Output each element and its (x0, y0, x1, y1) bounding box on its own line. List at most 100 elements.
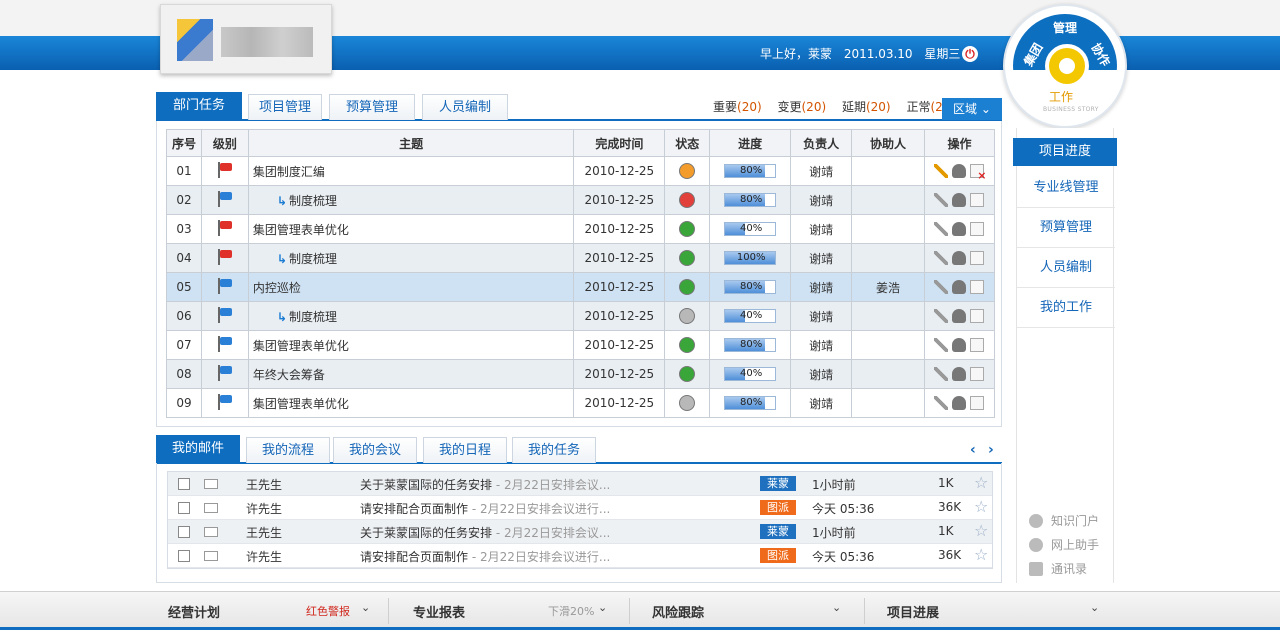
tab-department-tasks[interactable]: 部门任务 (156, 92, 242, 120)
delete-document-icon[interactable] (970, 164, 986, 182)
table-row[interactable]: 06 ↳ 制度梳理 2010-12-25 40% 谢靖 (166, 301, 996, 331)
table-row[interactable]: 01 集团制度汇编 2010-12-25 80% 谢靖 (166, 156, 996, 186)
user-icon[interactable] (952, 222, 967, 237)
edit-icon[interactable] (934, 164, 949, 179)
edit-icon[interactable] (934, 280, 949, 295)
power-icon[interactable]: ⏻ (962, 46, 978, 62)
tab-my-schedule[interactable]: 我的日程 (423, 437, 507, 463)
tab-project-management[interactable]: 项目管理 (248, 94, 322, 120)
task-subject[interactable]: 年终大会筹备 (253, 368, 325, 382)
table-row[interactable]: 07 集团管理表单优化 2010-12-25 80% 谢靖 (166, 330, 996, 360)
bottom-item-business-plan[interactable]: 经营计划 (168, 602, 220, 621)
star-icon[interactable]: ☆ (974, 497, 988, 516)
star-icon[interactable]: ☆ (974, 473, 988, 492)
table-row[interactable]: 08 年终大会筹备 2010-12-25 40% 谢靖 (166, 359, 996, 389)
sidebar-link-knowledge[interactable]: 知识门户 (1029, 512, 1099, 529)
task-subject[interactable]: 内控巡检 (253, 281, 301, 295)
document-icon[interactable] (970, 280, 985, 295)
sidebar-link-assistant[interactable]: 网上助手 (1029, 536, 1099, 553)
table-row[interactable]: 02 ↳ 制度梳理 2010-12-25 80% 谢靖 (166, 185, 996, 215)
document-icon[interactable] (970, 251, 985, 266)
bottom-item-reports[interactable]: 专业报表 (413, 602, 465, 621)
document-icon[interactable] (970, 193, 985, 208)
document-icon[interactable] (970, 338, 985, 353)
user-icon[interactable] (952, 251, 967, 266)
tab-my-workflow[interactable]: 我的流程 (246, 437, 330, 463)
task-subject[interactable]: 制度梳理 (289, 252, 337, 266)
sidebar-item-my-work[interactable]: 我的工作 (1017, 288, 1115, 328)
user-icon[interactable] (952, 193, 967, 208)
sidebar-item-staffing[interactable]: 人员编制 (1017, 248, 1115, 288)
user-icon[interactable] (952, 164, 967, 179)
mail-checkbox[interactable] (178, 550, 190, 562)
chevron-down-icon[interactable]: ⌄ (598, 601, 607, 614)
task-subject[interactable]: 集团管理表单优化 (253, 223, 349, 237)
document-icon[interactable] (970, 396, 985, 411)
task-subject[interactable]: 集团管理表单优化 (253, 339, 349, 353)
tab-my-meetings[interactable]: 我的会议 (333, 437, 417, 463)
chevron-down-icon[interactable]: ⌄ (361, 601, 370, 614)
tab-budget-management[interactable]: 预算管理 (329, 94, 415, 120)
edit-icon[interactable] (934, 222, 949, 237)
badge-center-label: 工作 (1049, 90, 1074, 104)
star-icon[interactable]: ☆ (974, 545, 988, 564)
prev-arrow-icon[interactable]: ‹ (970, 442, 976, 458)
task-subject[interactable]: 制度梳理 (289, 194, 337, 208)
table-row[interactable]: 03 集团管理表单优化 2010-12-25 40% 谢靖 (166, 214, 996, 244)
task-subject[interactable]: 制度梳理 (289, 310, 337, 324)
mail-row[interactable]: 王先生 关于莱蒙国际的任务安排 - 2月22日安排会议... 莱蒙 1小时前 1K ☆ (168, 472, 992, 496)
document-icon[interactable] (970, 222, 985, 237)
table-row[interactable]: 05 内控巡检 2010-12-25 80% 谢靖 姜浩 (166, 272, 996, 302)
bottom-bar: 经营计划 红色警报 ⌄ 专业报表 下滑20% ⌄ 风险跟踪 ⌄ 项目进展 ⌄ (0, 591, 1280, 630)
tab-staffing[interactable]: 人员编制 (422, 94, 508, 120)
chevron-down-icon[interactable]: ⌄ (1090, 601, 1099, 614)
legend-important[interactable]: 重要(20) (713, 100, 762, 114)
user-icon[interactable] (952, 367, 967, 382)
tab-my-mail[interactable]: 我的邮件 (156, 435, 240, 463)
legend-delayed[interactable]: 延期(20) (842, 100, 891, 114)
work-badge[interactable]: 管理 集团 协作 工作 BUSINESS STORY (1003, 4, 1127, 128)
bottom-item-risk-tracking[interactable]: 风险跟踪 (652, 602, 704, 621)
document-icon[interactable] (970, 309, 985, 324)
blue-flag-icon (216, 190, 234, 207)
bottom-item-project-progress[interactable]: 项目进展 (887, 602, 939, 621)
document-icon[interactable] (970, 367, 985, 382)
tab-my-tasks[interactable]: 我的任务 (512, 437, 596, 463)
edit-icon[interactable] (934, 309, 949, 324)
sidebar-item-active[interactable]: 项目进度 (1013, 138, 1117, 166)
edit-icon[interactable] (934, 396, 949, 411)
edit-icon[interactable] (934, 251, 949, 266)
sidebar-item-budget[interactable]: 预算管理 (1017, 208, 1115, 248)
task-subject[interactable]: 集团制度汇编 (253, 165, 325, 179)
user-icon[interactable] (952, 338, 967, 353)
sidebar-item-line-management[interactable]: 专业线管理 (1017, 168, 1115, 208)
book-icon (1029, 562, 1043, 576)
user-icon[interactable] (952, 396, 967, 411)
edit-icon[interactable] (934, 367, 949, 382)
table-row[interactable]: 04 ↳ 制度梳理 2010-12-25 100% 谢靖 (166, 243, 996, 273)
mail-row[interactable]: 许先生 请安排配合页面制作 - 2月22日安排会议进行... 图派 今天 05:36 3… (168, 544, 992, 568)
task-assist (851, 330, 925, 360)
mail-checkbox[interactable] (178, 526, 190, 538)
user-icon[interactable] (952, 309, 967, 324)
region-dropdown[interactable]: 区域 ⌄ (942, 98, 1002, 120)
mail-checkbox[interactable] (178, 478, 190, 490)
mail-checkbox[interactable] (178, 502, 190, 514)
mail-row[interactable]: 许先生 请安排配合页面制作 - 2月22日安排会议进行... 图派 今天 05:36 3… (168, 496, 992, 520)
edit-icon[interactable] (934, 338, 949, 353)
mail-subject[interactable]: 请安排配合页面制作 - 2月22日安排会议进行... (360, 548, 610, 565)
mail-subject[interactable]: 关于莱蒙国际的任务安排 - 2月22日安排会议... (360, 524, 610, 541)
mail-subject[interactable]: 请安排配合页面制作 - 2月22日安排会议进行... (360, 500, 610, 517)
edit-icon[interactable] (934, 193, 949, 208)
user-icon[interactable] (952, 280, 967, 295)
star-icon[interactable]: ☆ (974, 521, 988, 540)
mail-row[interactable]: 王先生 关于莱蒙国际的任务安排 - 2月22日安排会议... 莱蒙 1小时前 1K ☆ (168, 520, 992, 544)
chevron-down-icon[interactable]: ⌄ (832, 601, 841, 614)
legend-changed[interactable]: 变更(20) (777, 100, 826, 114)
next-arrow-icon[interactable]: › (988, 442, 994, 458)
mail-subject[interactable]: 关于莱蒙国际的任务安排 - 2月22日安排会议... (360, 476, 610, 493)
sidebar-link-contacts[interactable]: 通讯录 (1029, 560, 1087, 577)
task-subject[interactable]: 集团管理表单优化 (253, 397, 349, 411)
logo[interactable] (160, 4, 332, 74)
table-row[interactable]: 09 集团管理表单优化 2010-12-25 80% 谢靖 (166, 388, 996, 418)
